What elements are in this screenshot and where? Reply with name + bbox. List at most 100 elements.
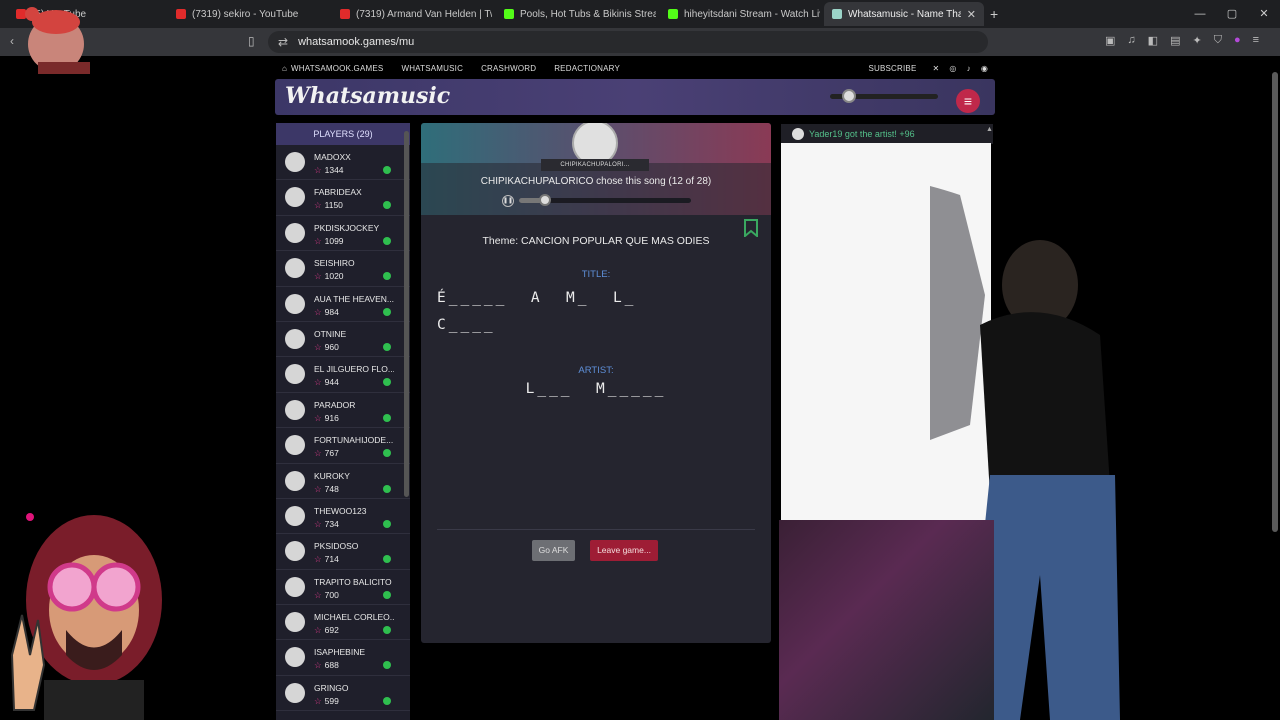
- player-score-line: ☆ 599: [314, 696, 339, 707]
- player-row[interactable]: TRAPITO BALICITO ☆ 700: [276, 570, 410, 606]
- site-info-icon[interactable]: ⇄: [278, 35, 288, 49]
- browser-tab[interactable]: (7319) Armand Van Helden | Twenty: [332, 2, 492, 26]
- star-icon: ☆: [314, 625, 322, 636]
- title-puzzle: É_____ A M_ L_ C____: [437, 290, 637, 333]
- new-tab-button[interactable]: +: [990, 6, 998, 22]
- song-progress-bar: [519, 194, 691, 206]
- music-icon[interactable]: ♫: [1127, 34, 1135, 47]
- online-status-dot: [383, 590, 391, 599]
- chat-user-avatar: [792, 128, 804, 140]
- player-row[interactable]: GRINGO ☆ 599: [276, 676, 410, 712]
- online-status-dot: [383, 696, 391, 705]
- divider: [437, 529, 755, 530]
- song-progress-knob: [538, 194, 551, 206]
- go-afk-button[interactable]: Go AFK: [532, 540, 575, 561]
- minimize-button[interactable]: —: [1184, 0, 1216, 28]
- twitter-icon[interactable]: ✕: [933, 64, 940, 73]
- player-name: EL JILGUERO FLO...: [314, 364, 394, 375]
- player-name: PARADOR: [314, 399, 356, 410]
- online-status-dot: [383, 166, 391, 174]
- player-score: 916: [324, 412, 339, 423]
- page-scrollbar[interactable]: [1272, 72, 1278, 532]
- youtube-icon: [176, 9, 186, 19]
- players-scrollbar[interactable]: [404, 131, 409, 497]
- star-icon: ☆: [314, 377, 322, 388]
- player-row[interactable]: KUROKY ☆ 748: [276, 464, 410, 499]
- discord-icon[interactable]: ◉: [981, 64, 988, 73]
- browser-tab[interactable]: (7319) sekiro - YouTube: [168, 2, 328, 26]
- player-avatar: [285, 435, 305, 456]
- chose-song-text: CHIPIKACHUPALORICO chose this song (12 o…: [480, 176, 712, 187]
- sidebar-icon[interactable]: ◧: [1148, 34, 1158, 47]
- volume-knob[interactable]: [842, 89, 857, 103]
- player-score-line: ☆ 688: [314, 660, 339, 671]
- star-icon: ☆: [314, 235, 322, 246]
- player-avatar: [285, 293, 305, 314]
- player-name: SEISHIRO: [314, 258, 355, 269]
- nav-link-crashword[interactable]: CRASHWORD: [481, 64, 536, 73]
- player-score-line: ☆ 944: [314, 377, 339, 388]
- player-row[interactable]: PKDISKJOCKEY ☆ 1099: [276, 216, 410, 252]
- player-row[interactable]: FORTUNAHIJODE... ☆ 767: [276, 428, 410, 464]
- tab-title: Pools, Hot Tubs & Bikinis Streaming: [520, 8, 656, 20]
- player-row[interactable]: PKSIDOSO ☆ 714: [276, 534, 410, 570]
- player-row[interactable]: PARADOR ☆ 916: [276, 393, 410, 429]
- online-status-dot: [383, 661, 391, 670]
- menu-icon[interactable]: ≡: [1253, 34, 1259, 47]
- online-status-dot: [383, 201, 391, 210]
- nav-link-whatsamusic[interactable]: WHATSAMUSIC: [401, 64, 463, 73]
- close-window-button[interactable]: ✕: [1248, 0, 1280, 28]
- shield-icon[interactable]: ⛉: [1214, 34, 1222, 47]
- kick-icon: [668, 9, 678, 19]
- player-avatar: [285, 364, 305, 385]
- url-field[interactable]: ⇄ whatsamook.games/mu: [268, 31, 988, 53]
- player-row[interactable]: AUA THE HEAVEN... ☆ 984: [276, 287, 410, 322]
- back-arrow-icon[interactable]: ‹: [10, 34, 14, 48]
- tiktok-icon[interactable]: ♪: [967, 64, 971, 73]
- streamer-avatar-overlay: [25, 7, 90, 74]
- player-avatar: [285, 541, 305, 562]
- subscribe-link[interactable]: SUBSCRIBE: [868, 64, 916, 73]
- pause-icon[interactable]: ❚❚: [502, 195, 514, 207]
- close-tab-icon[interactable]: ✕: [967, 8, 976, 21]
- player-score-line: ☆ 984: [314, 307, 339, 318]
- player-score-line: ☆ 700: [314, 590, 339, 601]
- chat-scroll-up-icon[interactable]: ▲: [986, 126, 993, 133]
- nav-right: SUBSCRIBE ✕ ◎ ♪ ◉: [868, 64, 988, 73]
- nav-link-redactionary[interactable]: REDACTIONARY: [554, 64, 620, 73]
- player-score-line: ☆ 960: [314, 342, 339, 353]
- leave-game-button[interactable]: Leave game...: [590, 540, 658, 561]
- player-name: AUA THE HEAVEN...: [314, 293, 394, 304]
- browser-tab-bar: (5) YouTube (7319) sekiro - YouTube (731…: [0, 0, 1280, 28]
- player-score: 1344: [324, 165, 344, 175]
- hamburger-menu-button[interactable]: ≡: [956, 89, 980, 113]
- profile-icon[interactable]: ●: [1234, 34, 1241, 47]
- browser-tab[interactable]: hiheyitsdani Stream - Watch Live on: [660, 2, 820, 26]
- player-row[interactable]: FABRIDEAX ☆ 1150: [276, 180, 410, 216]
- player-row[interactable]: EL JILGUERO FLO... ☆ 944: [276, 357, 410, 393]
- player-row[interactable]: MICHAEL CORLEO... ☆ 692: [276, 605, 410, 641]
- player-name: OTNINE: [314, 328, 347, 339]
- instagram-icon[interactable]: ◎: [949, 64, 956, 73]
- player-row[interactable]: OTNINE ☆ 960: [276, 322, 410, 358]
- browser-tab-active[interactable]: Whatsamusic - Name That Tu ✕: [824, 2, 984, 26]
- player-row[interactable]: MADOXX ☆ 1344: [276, 145, 410, 181]
- star-icon: ☆: [314, 200, 322, 211]
- player-row[interactable]: ISAPHEBINE ☆ 688: [276, 640, 410, 676]
- player-name: MICHAEL CORLEO...: [314, 612, 394, 623]
- player-row[interactable]: THEWOO123 ☆ 734: [276, 499, 410, 535]
- maximize-button[interactable]: ▢: [1216, 0, 1248, 28]
- home-link[interactable]: ⌂ WHATSAMOOK.GAMES: [282, 64, 383, 73]
- site-logo[interactable]: Whatsamusic: [285, 83, 450, 109]
- player-row[interactable]: SEISHIRO ☆ 1020: [276, 251, 410, 287]
- extension-icon[interactable]: ▣: [1105, 34, 1115, 47]
- player-name: TRAPITO BALICITO: [314, 576, 392, 587]
- player-avatar: [285, 328, 305, 349]
- wallet-icon[interactable]: ▤: [1170, 34, 1180, 47]
- chat-message: Yader19 got the artist! +96: [809, 129, 915, 139]
- chooser-name-ribbon: CHIPIKACHUPALORI...: [541, 159, 649, 171]
- puzzle-icon[interactable]: ✦: [1192, 34, 1201, 47]
- bookmark-icon[interactable]: ▯: [248, 34, 255, 48]
- player-score: 984: [324, 306, 339, 317]
- browser-tab[interactable]: Pools, Hot Tubs & Bikinis Streaming: [496, 2, 656, 26]
